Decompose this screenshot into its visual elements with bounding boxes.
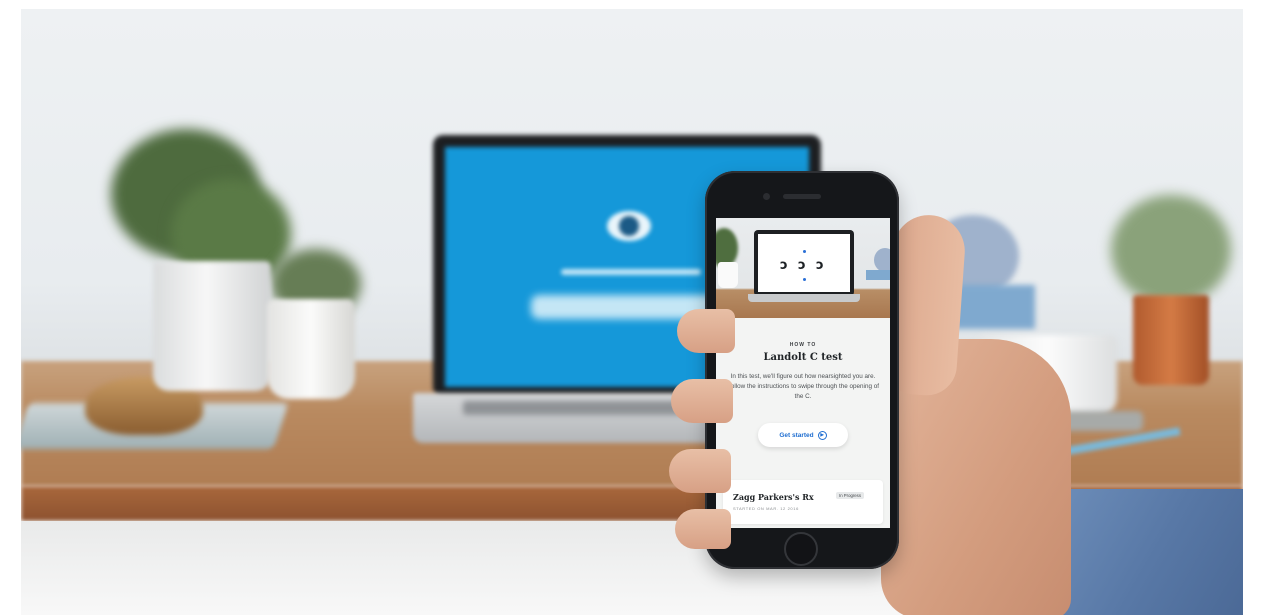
hero-image: ɔ ɔ ɔ <box>716 218 890 318</box>
page-title: Landolt C test <box>763 352 843 363</box>
test-description: In this test, we'll figure out how nears… <box>727 373 879 400</box>
prescription-name: Zagg Parkers's Rx <box>733 492 814 502</box>
yarn-ball <box>874 248 890 272</box>
landolt-c-symbol: ɔ <box>816 258 824 273</box>
get-started-label: Get started <box>779 431 814 439</box>
eye-icon <box>607 211 651 241</box>
finger <box>675 509 731 549</box>
phone-screen: ɔ ɔ ɔ HOW TO Landolt C test In this test… <box>716 218 890 528</box>
plant-foliage <box>1111 195 1231 305</box>
terracotta-pot <box>1133 295 1209 385</box>
home-button[interactable] <box>784 532 818 566</box>
background-photo: ɔ ɔ ɔ HOW TO Landolt C test In this test… <box>21 9 1243 615</box>
finger <box>671 379 733 423</box>
landolt-c-symbol: ɔ <box>780 258 788 273</box>
laptop-base <box>748 294 860 302</box>
laptop-text-blur <box>561 269 701 275</box>
plant-pot <box>153 261 271 391</box>
smartphone: ɔ ɔ ɔ HOW TO Landolt C test In this test… <box>705 171 899 569</box>
prescription-date: STARTED ON MAR. 12 2016 <box>733 506 799 511</box>
landolt-c-symbol: ɔ <box>798 258 806 273</box>
plant-pot <box>267 299 355 399</box>
prescription-card[interactable]: Zagg Parkers's Rx STARTED ON MAR. 12 201… <box>723 480 883 524</box>
play-circle-icon: ▶ <box>817 430 827 440</box>
camera-icon <box>763 193 770 200</box>
speaker-grille <box>783 194 821 199</box>
indicator-dot <box>803 278 806 281</box>
plant-pot <box>718 262 738 288</box>
get-started-button[interactable]: Get started ▶ <box>758 423 848 447</box>
laptop-screen: ɔ ɔ ɔ <box>758 234 850 292</box>
indicator-dot <box>803 250 806 253</box>
status-badge: In Progress <box>836 492 864 499</box>
finger <box>677 309 735 353</box>
laptop-image: ɔ ɔ ɔ <box>754 230 854 296</box>
eyebrow-label: HOW TO <box>789 342 817 348</box>
finger <box>669 449 731 493</box>
book <box>866 270 890 280</box>
